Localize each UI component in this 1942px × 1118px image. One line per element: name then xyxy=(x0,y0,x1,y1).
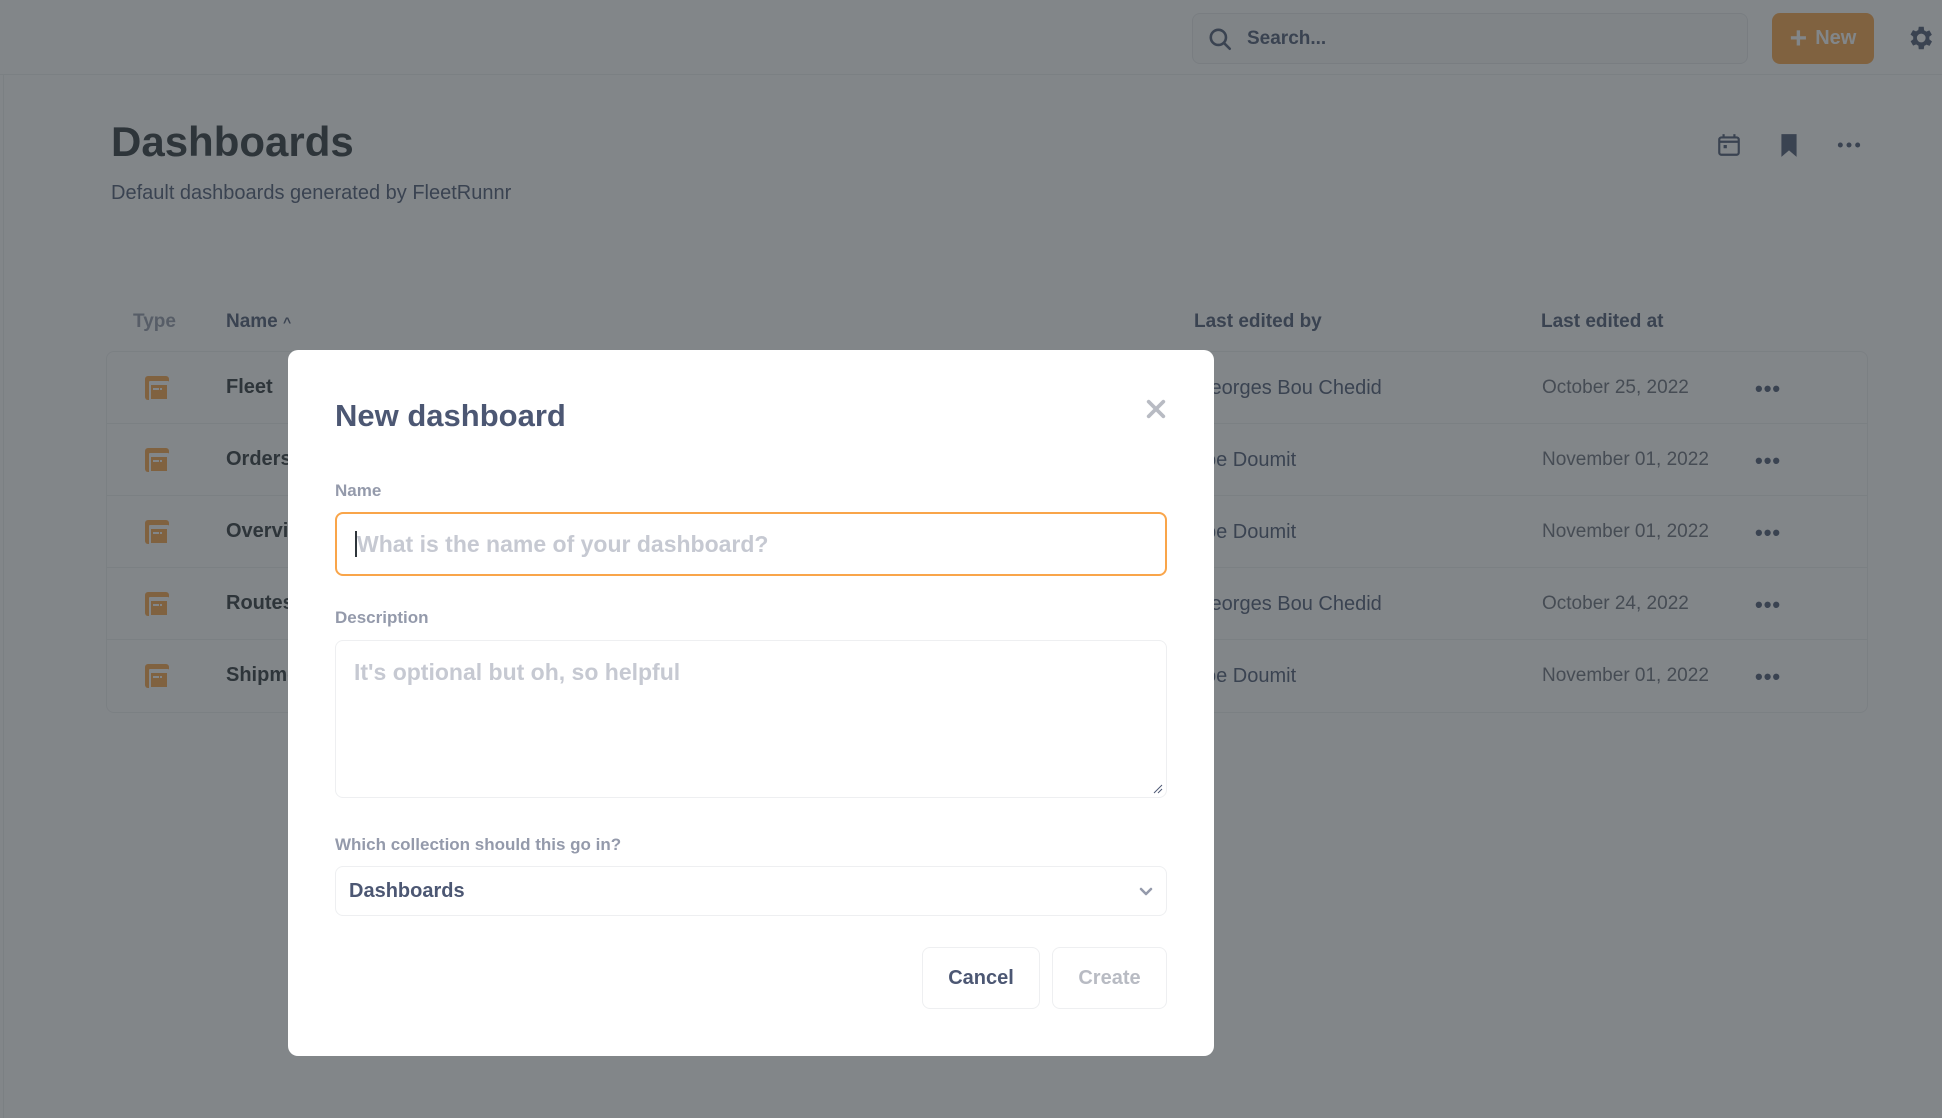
cancel-button[interactable]: Cancel xyxy=(922,947,1040,1009)
app: Search... + New Dashboards Default dashb… xyxy=(0,0,1942,1118)
collection-label: Which collection should this go in? xyxy=(335,835,622,854)
description-textarea[interactable]: It's optional but oh, so helpful xyxy=(335,640,1167,798)
modal-title: New dashboard xyxy=(335,398,566,433)
description-placeholder: It's optional but oh, so helpful xyxy=(354,659,681,685)
name-input[interactable]: What is the name of your dashboard? xyxy=(335,512,1167,576)
collection-selected-value: Dashboards xyxy=(349,879,465,902)
chevron-down-icon xyxy=(1139,887,1153,896)
close-icon[interactable] xyxy=(1145,398,1167,420)
description-label: Description xyxy=(335,608,429,627)
new-dashboard-modal: New dashboard Name What is the name of y… xyxy=(288,350,1214,1056)
collection-select[interactable]: Dashboards xyxy=(335,866,1167,916)
create-button[interactable]: Create xyxy=(1052,947,1167,1009)
name-label: Name xyxy=(335,481,382,500)
name-placeholder: What is the name of your dashboard? xyxy=(357,530,769,557)
resize-handle-icon[interactable] xyxy=(1153,784,1163,794)
